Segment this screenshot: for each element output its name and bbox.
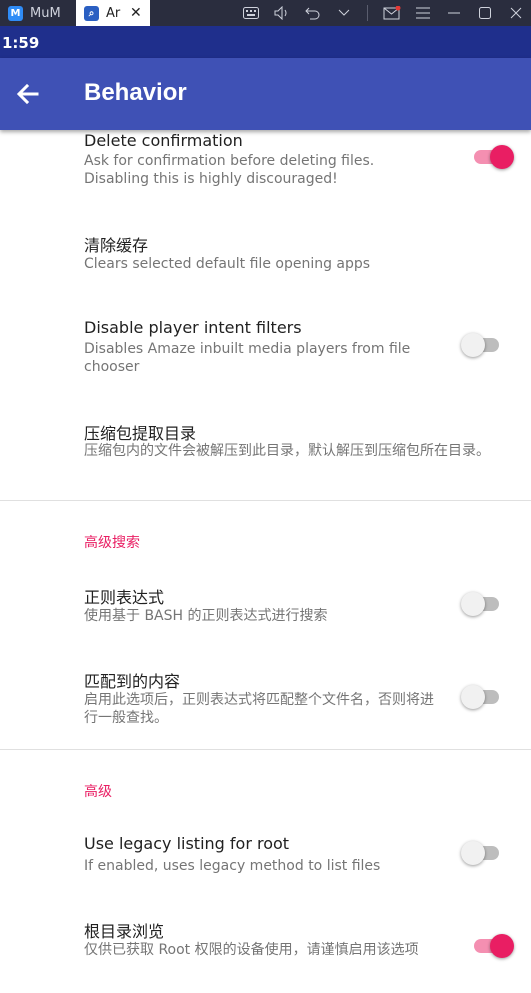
arrow-back-icon[interactable]	[14, 80, 42, 108]
section-header-advanced: 高级	[84, 784, 112, 800]
status-time: 1:59	[2, 34, 40, 52]
pref-match-whole-name[interactable]: 匹配到的内容 启用此选项后，正则表达式将匹配整个文件名，否则将进行一般查找。	[0, 658, 531, 738]
host-tab-label: MuMu	[30, 5, 60, 21]
host-tab-label: Ar	[106, 5, 121, 21]
pref-title: 匹配到的内容	[84, 672, 181, 691]
mail-icon[interactable]	[376, 0, 407, 26]
divider	[0, 749, 531, 750]
pref-extract-directory[interactable]: 压缩包提取目录 压缩包内的文件会被解压到此目录，默认解压到压缩包所在目录。	[0, 408, 531, 488]
pref-title: Use legacy listing for root	[84, 834, 290, 853]
host-tab-mumu[interactable]: M MuMu	[0, 0, 72, 26]
pref-summary: Clears selected default file opening app…	[84, 256, 371, 272]
keyboard-icon[interactable]	[235, 0, 266, 26]
section-header-advanced-search: 高级搜索	[84, 535, 140, 551]
pref-title: 正则表达式	[84, 588, 165, 607]
volume-icon[interactable]	[266, 0, 297, 26]
switch-thumb	[490, 934, 514, 958]
pref-summary: 仅供已获取 Root 权限的设备使用，请谨慎启用该选项	[84, 942, 419, 958]
pref-summary: 压缩包内的文件会被解压到此目录，默认解压到压缩包所在目录。	[84, 443, 490, 459]
pref-summary: Ask for confirmation before deleting fil…	[84, 153, 375, 187]
pref-clear-cache[interactable]: 清除缓存 Clears selected default file openin…	[0, 222, 531, 292]
pref-title: 压缩包提取目录	[84, 424, 197, 443]
pref-summary: 使用基于 BASH 的正则表达式进行搜索	[84, 608, 328, 624]
switch-thumb	[490, 145, 514, 169]
disable-player-intent-filters-toggle[interactable]	[461, 333, 503, 357]
switch-thumb	[461, 685, 485, 709]
pref-title: Delete confirmation	[84, 131, 243, 150]
divider	[367, 5, 368, 21]
undo-icon[interactable]	[297, 0, 328, 26]
menu-icon[interactable]	[407, 0, 438, 26]
pref-title: 清除缓存	[84, 236, 149, 255]
status-bar: 1:59	[0, 26, 531, 58]
delete-confirmation-toggle[interactable]	[472, 145, 514, 169]
pref-summary: Disables Amaze inbuilt media players fro…	[84, 341, 411, 375]
amaze-app-icon: ⌕	[84, 5, 99, 21]
app-bar: Behavior	[0, 58, 531, 130]
maximize-icon[interactable]	[469, 0, 500, 26]
minimize-icon[interactable]	[438, 0, 469, 26]
legacy-listing-root-toggle[interactable]	[461, 841, 503, 865]
page-title: Behavior	[84, 79, 187, 106]
mumu-app-icon: M	[8, 5, 23, 21]
close-tab-icon[interactable]: ✕	[130, 5, 142, 21]
switch-thumb	[461, 333, 485, 357]
pref-regex[interactable]: 正则表达式 使用基于 BASH 的正则表达式进行搜索	[0, 574, 531, 644]
switch-thumb	[461, 592, 485, 616]
pref-root-browsing[interactable]: 根目录浏览 仅供已获取 Root 权限的设备使用，请谨慎启用该选项	[0, 908, 531, 983]
host-tab-amaze[interactable]: ⌕ Ar ✕	[76, 0, 150, 26]
pref-summary: 启用此选项后，正则表达式将匹配整个文件名，否则将进行一般查找。	[84, 692, 434, 726]
pref-delete-confirmation[interactable]: Delete confirmation Ask for confirmation…	[0, 130, 531, 200]
pref-title: 根目录浏览	[84, 922, 165, 941]
host-window-titlebar: M MuMu ⌕ Ar ✕	[0, 0, 531, 26]
divider	[0, 500, 531, 501]
chevron-down-icon[interactable]	[328, 0, 359, 26]
root-browsing-toggle[interactable]	[472, 934, 514, 958]
pref-summary: If enabled, uses legacy method to list f…	[84, 858, 381, 874]
regex-toggle[interactable]	[461, 592, 503, 616]
match-whole-name-toggle[interactable]	[461, 685, 503, 709]
close-window-icon[interactable]	[500, 0, 531, 26]
switch-thumb	[461, 841, 485, 865]
pref-title: Disable player intent filters	[84, 318, 302, 337]
pref-disable-player-intent-filters[interactable]: Disable player intent filters Disables A…	[0, 308, 531, 388]
pref-legacy-listing-root[interactable]: Use legacy listing for root If enabled, …	[0, 824, 531, 894]
